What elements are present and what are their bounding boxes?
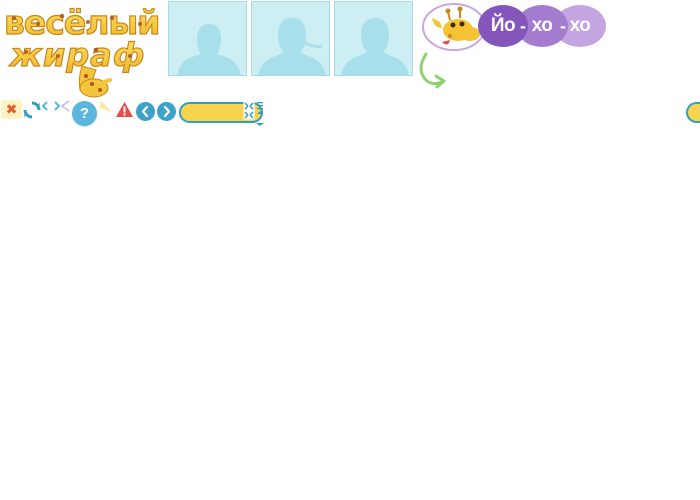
yoho-dash-2: -: [560, 16, 566, 36]
menu-icon: [256, 102, 264, 126]
share-icon: [60, 100, 70, 112]
logo-line2: жираф: [8, 36, 146, 74]
question-silhouette-icon: ?: [177, 19, 241, 75]
code-icon: [42, 101, 60, 111]
fullscreen-icon: [243, 101, 255, 120]
svg-text:?: ?: [197, 19, 221, 63]
female-silhouette-icon: [258, 18, 326, 75]
chevron-right-icon: [163, 105, 171, 118]
fullscreen-button[interactable]: [243, 101, 255, 120]
close-icon: ✖: [5, 101, 18, 118]
prev-button[interactable]: [136, 102, 155, 121]
refresh-icon: [23, 101, 41, 119]
alert-icon: [116, 102, 133, 117]
avatar-card-unknown[interactable]: ?: [168, 1, 247, 76]
close-button[interactable]: ✖: [1, 100, 22, 119]
menu-button[interactable]: [255, 101, 265, 127]
right-search-edge[interactable]: [686, 102, 700, 123]
avatar-card-female[interactable]: [251, 1, 330, 76]
male-silhouette-icon: [341, 18, 409, 75]
yo-ho-ho-badge[interactable]: Йо хо хо - -: [478, 5, 608, 49]
curved-arrow-icon: [416, 50, 450, 90]
next-button[interactable]: [157, 102, 176, 121]
giraffe-logo-graphic: весёлый жираф: [3, 2, 161, 98]
triangle-icon: [100, 100, 112, 112]
tail-decoration: [98, 98, 114, 114]
refresh-button[interactable]: [23, 101, 41, 119]
help-button[interactable]: ?: [72, 101, 97, 126]
embed-code-button[interactable]: [42, 100, 60, 112]
avatar-card-male[interactable]: [334, 1, 413, 76]
help-icon: ?: [79, 105, 90, 122]
site-logo[interactable]: весёлый жираф: [0, 0, 166, 100]
share-button[interactable]: [60, 100, 71, 112]
page: весёлый жираф ? Йо хо хо - - ✖ ?: [0, 0, 700, 500]
chevron-left-icon: [141, 105, 149, 118]
report-button[interactable]: [115, 101, 134, 118]
yoho-dash-1: -: [520, 16, 526, 36]
